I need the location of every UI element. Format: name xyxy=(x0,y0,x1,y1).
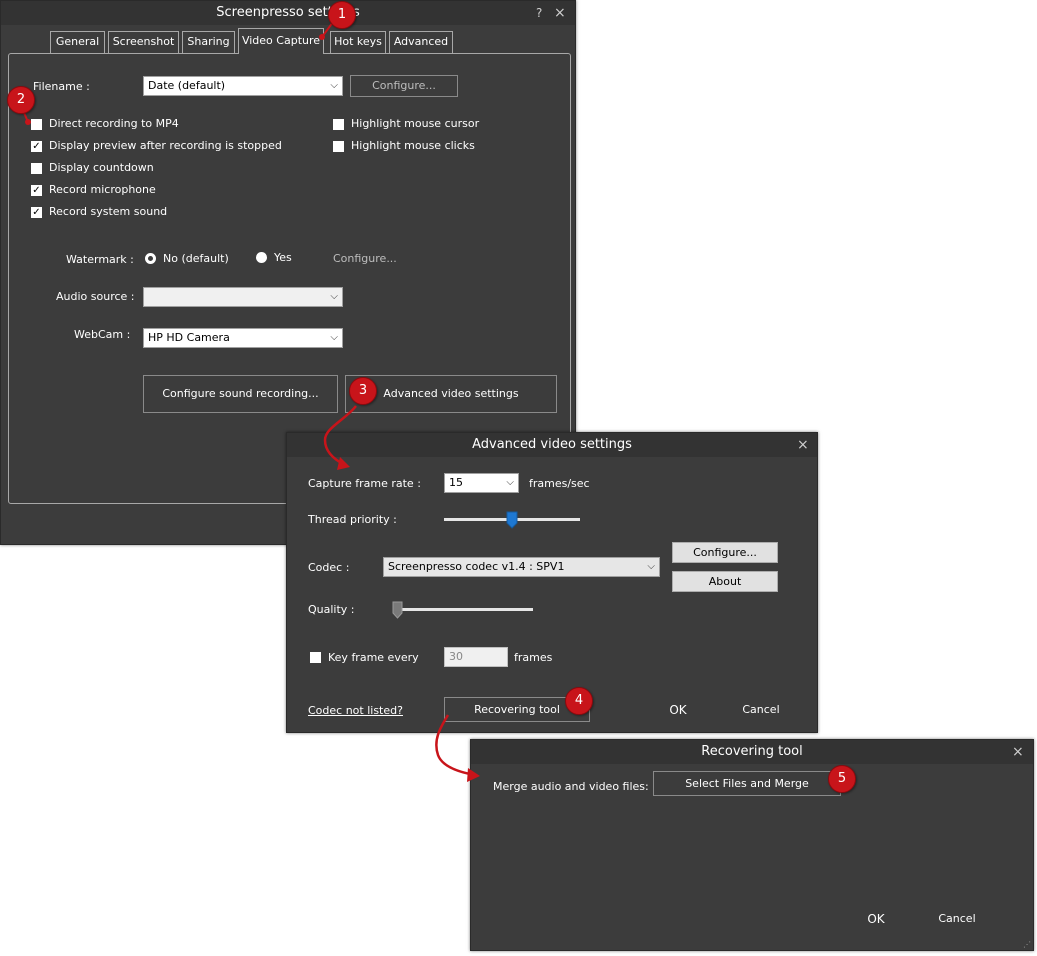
record-system-sound-label: Record system sound xyxy=(49,205,168,218)
codec-configure-button[interactable]: Configure... xyxy=(672,542,778,563)
recovering-titlebar: Recovering tool xyxy=(471,740,1033,764)
chevron-down-icon: ⌵ xyxy=(647,561,655,572)
tab-general[interactable]: General xyxy=(50,31,105,53)
keyframe-input[interactable]: 30 xyxy=(444,647,508,667)
direct-mp4-checkbox[interactable] xyxy=(31,119,42,130)
thread-priority-thumb[interactable] xyxy=(506,511,518,529)
highlight-clicks-label: Highlight mouse clicks xyxy=(351,139,475,152)
tab-hot-keys[interactable]: Hot keys xyxy=(330,31,386,53)
tab-video-capture[interactable]: Video Capture xyxy=(238,28,324,54)
main-titlebar: Screenpresso settings xyxy=(1,1,575,25)
filename-label: Filename : xyxy=(33,80,90,93)
frame-rate-label: Capture frame rate : xyxy=(308,477,421,490)
webcam-label: WebCam : xyxy=(74,328,131,341)
tab-sharing[interactable]: Sharing xyxy=(182,31,235,53)
close-icon[interactable]: × xyxy=(554,1,566,25)
audio-source-label: Audio source : xyxy=(56,290,135,303)
record-system-sound-checkbox[interactable]: ✓ xyxy=(31,207,42,218)
step-marker-3: 3 xyxy=(349,377,377,405)
chevron-down-icon: ⌵ xyxy=(506,477,514,488)
highlight-clicks-checkbox[interactable] xyxy=(333,141,344,152)
recovering-cancel-button[interactable]: Cancel xyxy=(927,910,987,930)
resize-grip-icon[interactable]: ⋰ xyxy=(1023,940,1031,949)
configure-sound-button[interactable]: Configure sound recording... xyxy=(143,375,338,413)
step-marker-5: 5 xyxy=(828,765,856,793)
recovering-tool-window: Recovering tool × Merge audio and video … xyxy=(470,739,1034,951)
codec-value: Screenpresso codec v1.4 : SPV1 xyxy=(388,560,565,573)
highlight-cursor-label: Highlight mouse cursor xyxy=(351,117,480,130)
filename-value: Date (default) xyxy=(148,79,226,92)
codec-not-listed-link[interactable]: Codec not listed? xyxy=(308,704,403,717)
codec-select[interactable]: Screenpresso codec v1.4 : SPV1 ⌵ xyxy=(383,557,660,577)
advanced-video-window: Advanced video settings × Capture frame … xyxy=(286,432,818,733)
recovering-ok-button[interactable]: OK xyxy=(851,910,901,930)
audio-source-select[interactable]: ⌵ xyxy=(143,287,343,307)
direct-mp4-label: Direct recording to MP4 xyxy=(49,117,179,130)
filename-select[interactable]: Date (default) ⌵ xyxy=(143,76,343,96)
step-marker-1: 1 xyxy=(328,1,356,29)
display-preview-label: Display preview after recording is stopp… xyxy=(49,139,282,152)
watermark-no-label: No (default) xyxy=(163,252,229,265)
webcam-select[interactable]: HP HD Camera ⌵ xyxy=(143,328,343,348)
keyframe-value: 30 xyxy=(449,650,463,663)
help-icon[interactable]: ? xyxy=(536,1,542,25)
advanced-ok-button[interactable]: OK xyxy=(653,701,703,721)
frame-rate-select[interactable]: 15 ⌵ xyxy=(444,473,519,493)
close-icon[interactable]: × xyxy=(797,433,809,457)
select-files-merge-button[interactable]: Select Files and Merge xyxy=(653,771,841,796)
keyframe-unit: frames xyxy=(514,651,553,664)
watermark-yes-label: Yes xyxy=(274,251,292,264)
recovering-window-title: Recovering tool xyxy=(701,744,803,759)
tab-advanced[interactable]: Advanced xyxy=(389,31,453,53)
watermark-no-radio[interactable] xyxy=(145,253,156,264)
webcam-value: HP HD Camera xyxy=(148,331,230,344)
keyframe-checkbox[interactable] xyxy=(310,652,321,663)
chevron-down-icon: ⌵ xyxy=(330,291,338,302)
codec-label: Codec : xyxy=(308,561,350,574)
advanced-cancel-button[interactable]: Cancel xyxy=(731,701,791,721)
record-microphone-checkbox[interactable]: ✓ xyxy=(31,185,42,196)
frame-rate-value: 15 xyxy=(449,476,463,489)
quality-thumb[interactable] xyxy=(392,601,403,619)
advanced-video-settings-button[interactable]: Advanced video settings xyxy=(345,375,557,413)
highlight-cursor-checkbox[interactable] xyxy=(333,119,344,130)
display-countdown-checkbox[interactable] xyxy=(31,163,42,174)
advanced-titlebar: Advanced video settings xyxy=(287,433,817,457)
display-preview-checkbox[interactable]: ✓ xyxy=(31,141,42,152)
step-marker-4: 4 xyxy=(565,687,593,715)
watermark-label: Watermark : xyxy=(66,253,134,266)
step-marker-2: 2 xyxy=(7,86,35,114)
record-microphone-label: Record microphone xyxy=(49,183,156,196)
close-icon[interactable]: × xyxy=(1012,740,1024,764)
frame-rate-unit: frames/sec xyxy=(529,477,590,490)
quality-track[interactable] xyxy=(394,608,533,611)
chevron-down-icon: ⌵ xyxy=(330,80,338,91)
tab-screenshot[interactable]: Screenshot xyxy=(108,31,179,53)
keyframe-label: Key frame every xyxy=(328,651,419,664)
advanced-window-title: Advanced video settings xyxy=(472,437,632,452)
quality-label: Quality : xyxy=(308,603,355,616)
display-countdown-label: Display countdown xyxy=(49,161,154,174)
filename-configure-button[interactable]: Configure... xyxy=(350,75,458,97)
thread-priority-label: Thread priority : xyxy=(308,513,397,526)
watermark-configure-link[interactable]: Configure... xyxy=(333,252,397,265)
watermark-yes-radio[interactable] xyxy=(256,252,267,263)
merge-label: Merge audio and video files: xyxy=(493,780,649,793)
codec-about-button[interactable]: About xyxy=(672,571,778,592)
chevron-down-icon: ⌵ xyxy=(330,332,338,343)
